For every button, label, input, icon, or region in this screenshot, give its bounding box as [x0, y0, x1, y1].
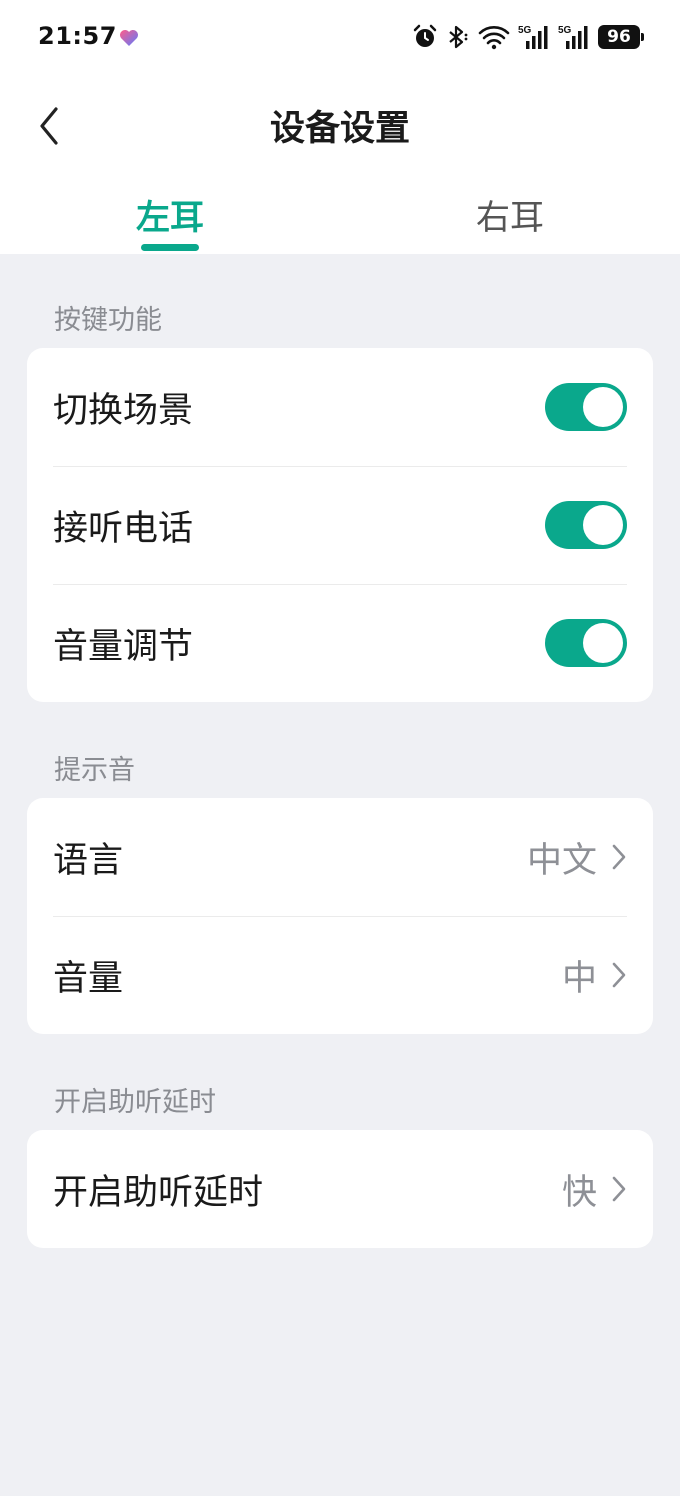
toggle-knob [583, 505, 623, 545]
svg-text:5G: 5G [558, 25, 572, 36]
switch-scene-row[interactable]: 切换场景 [27, 348, 653, 466]
battery-indicator: 96 [598, 25, 644, 49]
tab-active-indicator [141, 244, 199, 251]
tab-left-ear[interactable]: 左耳 [70, 190, 270, 239]
row-label: 开启助听延时 [53, 1172, 264, 1213]
status-icons: 5G 5G 96 [412, 22, 644, 52]
toggle-knob [583, 387, 623, 427]
hearing-delay-value: 快 [561, 1172, 597, 1213]
signal-5g-icon: 5G [558, 25, 588, 49]
status-time: 21:57 [38, 22, 117, 50]
tab-right-ear[interactable]: 右耳 [410, 190, 610, 239]
key-function-card: 切换场景 接听电话 音量调节 [27, 348, 653, 702]
toggle-knob [583, 623, 623, 663]
row-label: 语言 [53, 840, 124, 881]
section-label-key-function: 按键功能 [54, 305, 162, 336]
row-label: 音量调节 [53, 626, 194, 667]
alarm-icon [413, 24, 437, 47]
page-title: 设备设置 [269, 109, 410, 149]
battery-level: 96 [607, 27, 631, 47]
wifi-icon [478, 26, 510, 50]
section-label-hearing-delay: 开启助听延时 [54, 1087, 216, 1118]
row-label: 接听电话 [53, 508, 194, 549]
bluetooth-icon [449, 25, 468, 49]
answer-call-toggle[interactable] [545, 501, 627, 549]
volume-value: 中 [561, 958, 597, 999]
row-label: 切换场景 [53, 390, 194, 431]
health-heart-icon [120, 30, 138, 46]
status-bar: 21:57 5G 5G 96 [0, 0, 680, 76]
language-value: 中文 [526, 840, 597, 881]
volume-row[interactable]: 音量 中 [27, 916, 653, 1034]
prompt-tone-card: 语言 中文 音量 中 [27, 798, 653, 1034]
chevron-right-icon [612, 962, 626, 988]
nav-bar: 设备设置 [0, 76, 680, 176]
volume-adjust-row[interactable]: 音量调节 [27, 584, 653, 702]
answer-call-row[interactable]: 接听电话 [27, 466, 653, 584]
chevron-right-icon [612, 844, 626, 870]
hearing-delay-card: 开启助听延时 快 [27, 1130, 653, 1248]
switch-scene-toggle[interactable] [545, 383, 627, 431]
hearing-delay-row[interactable]: 开启助听延时 快 [27, 1130, 653, 1248]
svg-text:5G: 5G [518, 25, 532, 36]
section-label-prompt-tone: 提示音 [54, 755, 135, 786]
chevron-right-icon [612, 1176, 626, 1202]
ear-tabs: 左耳 右耳 [0, 176, 680, 254]
language-row[interactable]: 语言 中文 [27, 798, 653, 916]
row-label: 音量 [53, 958, 124, 999]
volume-adjust-toggle[interactable] [545, 619, 627, 667]
signal-5g-icon: 5G [518, 25, 548, 49]
